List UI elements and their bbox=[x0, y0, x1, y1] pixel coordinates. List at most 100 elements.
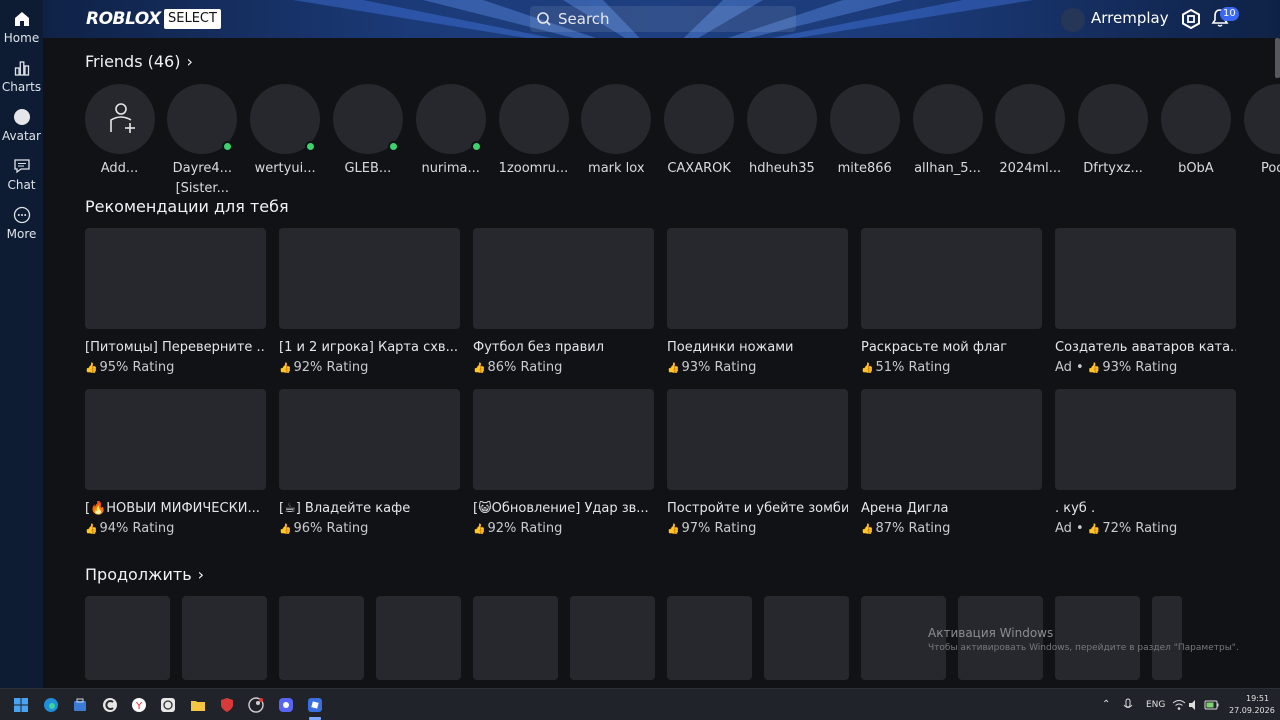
continue-game-tile[interactable] bbox=[473, 596, 558, 680]
friend-avatar[interactable] bbox=[995, 84, 1066, 154]
friend-avatar[interactable] bbox=[498, 84, 569, 154]
continue-game-tile[interactable] bbox=[667, 596, 752, 680]
edge-browser-icon[interactable] bbox=[43, 697, 59, 713]
microphone-icon[interactable] bbox=[1122, 698, 1134, 712]
friend-item[interactable]: bObA bbox=[1158, 84, 1233, 176]
file-explorer-icon[interactable] bbox=[190, 697, 206, 713]
sidebar-item-chat[interactable]: Chat bbox=[0, 157, 43, 192]
clock-time[interactable]: 19:51 bbox=[1246, 694, 1269, 703]
friend-item[interactable]: nurima... bbox=[413, 84, 488, 176]
game-card[interactable]: Поединки ножами 👍 93% Rating bbox=[667, 228, 848, 375]
game-thumbnail[interactable] bbox=[861, 228, 1042, 329]
username[interactable]: Arremplay bbox=[1091, 9, 1169, 27]
steam-icon[interactable] bbox=[248, 697, 264, 713]
discord-like-icon[interactable] bbox=[278, 697, 294, 713]
friend-item[interactable]: wertyui... bbox=[248, 84, 323, 176]
friend-item[interactable]: GLEB... bbox=[330, 84, 405, 176]
shield-app-icon[interactable] bbox=[219, 697, 235, 713]
friend-item[interactable]: mark lox bbox=[579, 84, 654, 176]
sidebar-item-home[interactable]: Home bbox=[0, 10, 43, 45]
thumbs-up-icon: 👍 bbox=[667, 524, 680, 535]
game-card[interactable]: [🔥НОВЫЙ МИФИЧЕСКИ... 👍 94% Rating bbox=[85, 389, 266, 536]
friend-item[interactable]: CAXAROK bbox=[662, 84, 737, 176]
windows-start-icon[interactable] bbox=[13, 697, 29, 713]
friend-avatar[interactable] bbox=[1243, 84, 1280, 154]
continue-game-tile[interactable] bbox=[279, 596, 364, 680]
game-thumbnail[interactable] bbox=[85, 389, 266, 490]
battery-icon[interactable] bbox=[1204, 699, 1220, 711]
chatgpt-icon[interactable] bbox=[160, 697, 176, 713]
friends-section-title[interactable]: Friends (46) › bbox=[85, 52, 193, 71]
friend-avatar[interactable] bbox=[912, 84, 983, 154]
search-input[interactable]: Search bbox=[530, 6, 796, 32]
friend-avatar[interactable] bbox=[250, 84, 321, 154]
game-thumbnail[interactable] bbox=[279, 389, 460, 490]
friend-avatar[interactable] bbox=[1078, 84, 1149, 154]
continue-game-tile[interactable] bbox=[570, 596, 655, 680]
language-indicator[interactable]: ENG bbox=[1146, 700, 1165, 710]
volume-icon[interactable] bbox=[1188, 699, 1200, 711]
friend-avatar[interactable] bbox=[332, 84, 403, 154]
continue-game-tile[interactable] bbox=[764, 596, 849, 680]
friend-item[interactable]: Dayre4... [Sister... bbox=[165, 84, 240, 196]
friend-avatar[interactable] bbox=[1160, 84, 1231, 154]
game-card[interactable]: [😺Обновление] Удар зв... 👍 92% Rating bbox=[473, 389, 654, 536]
game-card[interactable]: [☕] Владейте кафе 👍 96% Rating bbox=[279, 389, 460, 536]
continue-game-tile[interactable] bbox=[376, 596, 461, 680]
friend-item[interactable]: allhan_5... bbox=[910, 84, 985, 176]
continue-game-tile[interactable] bbox=[85, 596, 170, 680]
roblox-logo[interactable]: ROBLOX bbox=[86, 9, 161, 29]
friend-item[interactable]: Podst bbox=[1241, 84, 1280, 176]
friend-item[interactable]: mite866 bbox=[827, 84, 902, 176]
friend-item[interactable]: 1zoomru... bbox=[496, 84, 571, 176]
page-scrollbar[interactable] bbox=[1275, 38, 1280, 78]
game-card[interactable]: . куб . Ad • 👍 72% Rating bbox=[1055, 389, 1236, 536]
friend-item[interactable]: 2024ml... bbox=[993, 84, 1068, 176]
game-card[interactable]: Создатель аватаров ката... Ad • 👍 93% Rati… bbox=[1055, 228, 1236, 375]
friend-avatar[interactable] bbox=[415, 84, 486, 154]
game-thumbnail[interactable] bbox=[85, 228, 266, 329]
store-icon[interactable] bbox=[72, 697, 88, 713]
friend-avatar[interactable] bbox=[746, 84, 817, 154]
game-card[interactable]: Постройте и убейте зомби 👍 97% Rating bbox=[667, 389, 848, 536]
game-thumbnail[interactable] bbox=[473, 228, 654, 329]
friend-item[interactable]: hdheuh35 bbox=[744, 84, 819, 176]
add-friend-circle[interactable] bbox=[84, 84, 155, 154]
roblox-app-icon[interactable] bbox=[307, 697, 323, 713]
game-thumbnail[interactable] bbox=[667, 389, 848, 490]
game-thumbnail[interactable] bbox=[473, 389, 654, 490]
continue-game-tile[interactable] bbox=[182, 596, 267, 680]
clock-date[interactable]: 27.09.2026 bbox=[1229, 706, 1275, 715]
friend-avatar[interactable] bbox=[167, 84, 238, 154]
sidebar: Home Charts Avatar Chat More bbox=[0, 0, 43, 688]
game-card[interactable]: Раскрасьте мой флаг 👍 51% Rating bbox=[861, 228, 1042, 375]
more-icon bbox=[13, 206, 30, 224]
user-avatar[interactable] bbox=[1061, 8, 1085, 32]
continue-section-title[interactable]: Продолжить › bbox=[85, 565, 204, 584]
friend-avatar[interactable] bbox=[581, 84, 652, 154]
game-thumbnail[interactable] bbox=[1055, 389, 1236, 490]
game-card[interactable]: [1 и 2 игрока] Карта схв... 👍 92% Rating bbox=[279, 228, 460, 375]
yandex-browser-icon[interactable]: Y bbox=[131, 697, 147, 713]
game-thumbnail[interactable] bbox=[1055, 228, 1236, 329]
add-friend-button[interactable]: Add... bbox=[82, 84, 157, 176]
game-card[interactable]: Футбол без правил 👍 86% Rating bbox=[473, 228, 654, 375]
friend-item[interactable]: Dfrtyxz... bbox=[1076, 84, 1151, 176]
friend-avatar[interactable] bbox=[829, 84, 900, 154]
friend-avatar[interactable] bbox=[664, 84, 735, 154]
tray-chevron-up-icon[interactable]: ⌃ bbox=[1102, 699, 1110, 710]
continue-game-tile[interactable] bbox=[1152, 596, 1182, 680]
ccleaner-icon[interactable] bbox=[102, 697, 118, 713]
sidebar-item-avatar[interactable]: Avatar bbox=[0, 108, 43, 143]
game-thumbnail[interactable] bbox=[667, 228, 848, 329]
game-thumbnail[interactable] bbox=[279, 228, 460, 329]
wifi-icon[interactable] bbox=[1172, 699, 1186, 711]
robux-icon[interactable] bbox=[1181, 9, 1201, 29]
sidebar-item-more[interactable]: More bbox=[0, 206, 43, 241]
game-card[interactable]: Арена Дигла 👍 87% Rating bbox=[861, 389, 1042, 536]
sidebar-item-charts[interactable]: Charts bbox=[0, 59, 43, 94]
game-card[interactable]: [Питомцы] Переверните ... 👍 95% Rating bbox=[85, 228, 266, 375]
rating-value: 92% Rating bbox=[487, 521, 563, 536]
continue-game-tile[interactable] bbox=[1055, 596, 1140, 680]
game-thumbnail[interactable] bbox=[861, 389, 1042, 490]
